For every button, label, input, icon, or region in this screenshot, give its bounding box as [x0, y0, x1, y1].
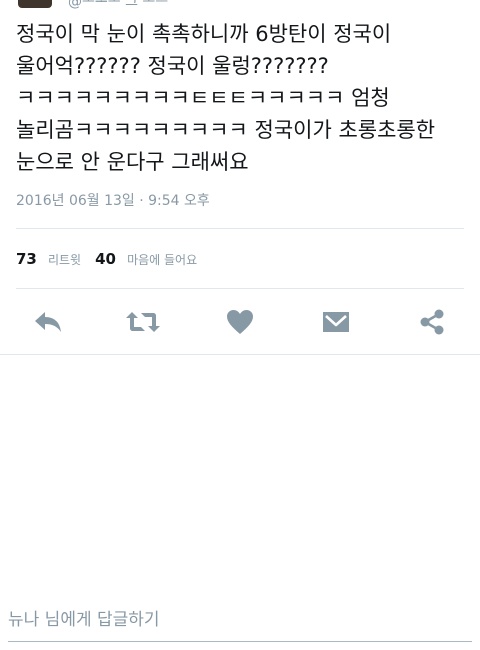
divider: [16, 288, 464, 289]
retweet-icon: [126, 312, 160, 332]
divider: [0, 354, 480, 355]
like-stat[interactable]: 40 마음에 들어요: [95, 249, 197, 268]
tweet-text: 정국이 막 눈이 촉촉하니까 6방탄이 정국이 울어억?????? 정국이 울렁…: [16, 22, 436, 174]
tweet-timestamp[interactable]: 2016년 06월 13일 · 9:54 오후: [16, 190, 210, 210]
heart-icon: [227, 310, 253, 334]
retweet-stat[interactable]: 73 리트윗: [16, 249, 81, 268]
share-button[interactable]: [414, 304, 450, 340]
like-button[interactable]: [222, 304, 258, 340]
author-handle[interactable]: @ᅩᅳᅩᅩ 그 ᅩᅳ: [68, 0, 168, 11]
reply-input-underline: [8, 641, 472, 642]
share-icon: [420, 309, 444, 335]
divider: [16, 228, 464, 229]
reply-button[interactable]: [30, 304, 66, 340]
reply-bar: [8, 600, 472, 642]
reply-icon: [35, 312, 61, 332]
direct-message-button[interactable]: [318, 304, 354, 340]
author-header-fragment: @ᅩᅳᅩᅩ 그 ᅩᅳ: [0, 0, 480, 12]
envelope-icon: [323, 312, 349, 332]
retweet-label: 리트윗: [47, 253, 82, 267]
tweet-stats: 73 리트윗 40 마음에 들어요: [16, 249, 197, 268]
tweet-detail-page: @ᅩᅳᅩᅩ 그 ᅩᅳ 정국이 막 눈이 촉촉하니까 6방탄이 정국이 울어억??…: [0, 0, 480, 650]
like-count: 40: [95, 250, 116, 268]
avatar[interactable]: [18, 0, 52, 8]
tweet-actions: [0, 304, 480, 340]
like-label: 마음에 들어요: [127, 253, 198, 267]
reply-input[interactable]: [8, 600, 472, 640]
retweet-count: 73: [16, 250, 37, 268]
retweet-button[interactable]: [125, 304, 161, 340]
